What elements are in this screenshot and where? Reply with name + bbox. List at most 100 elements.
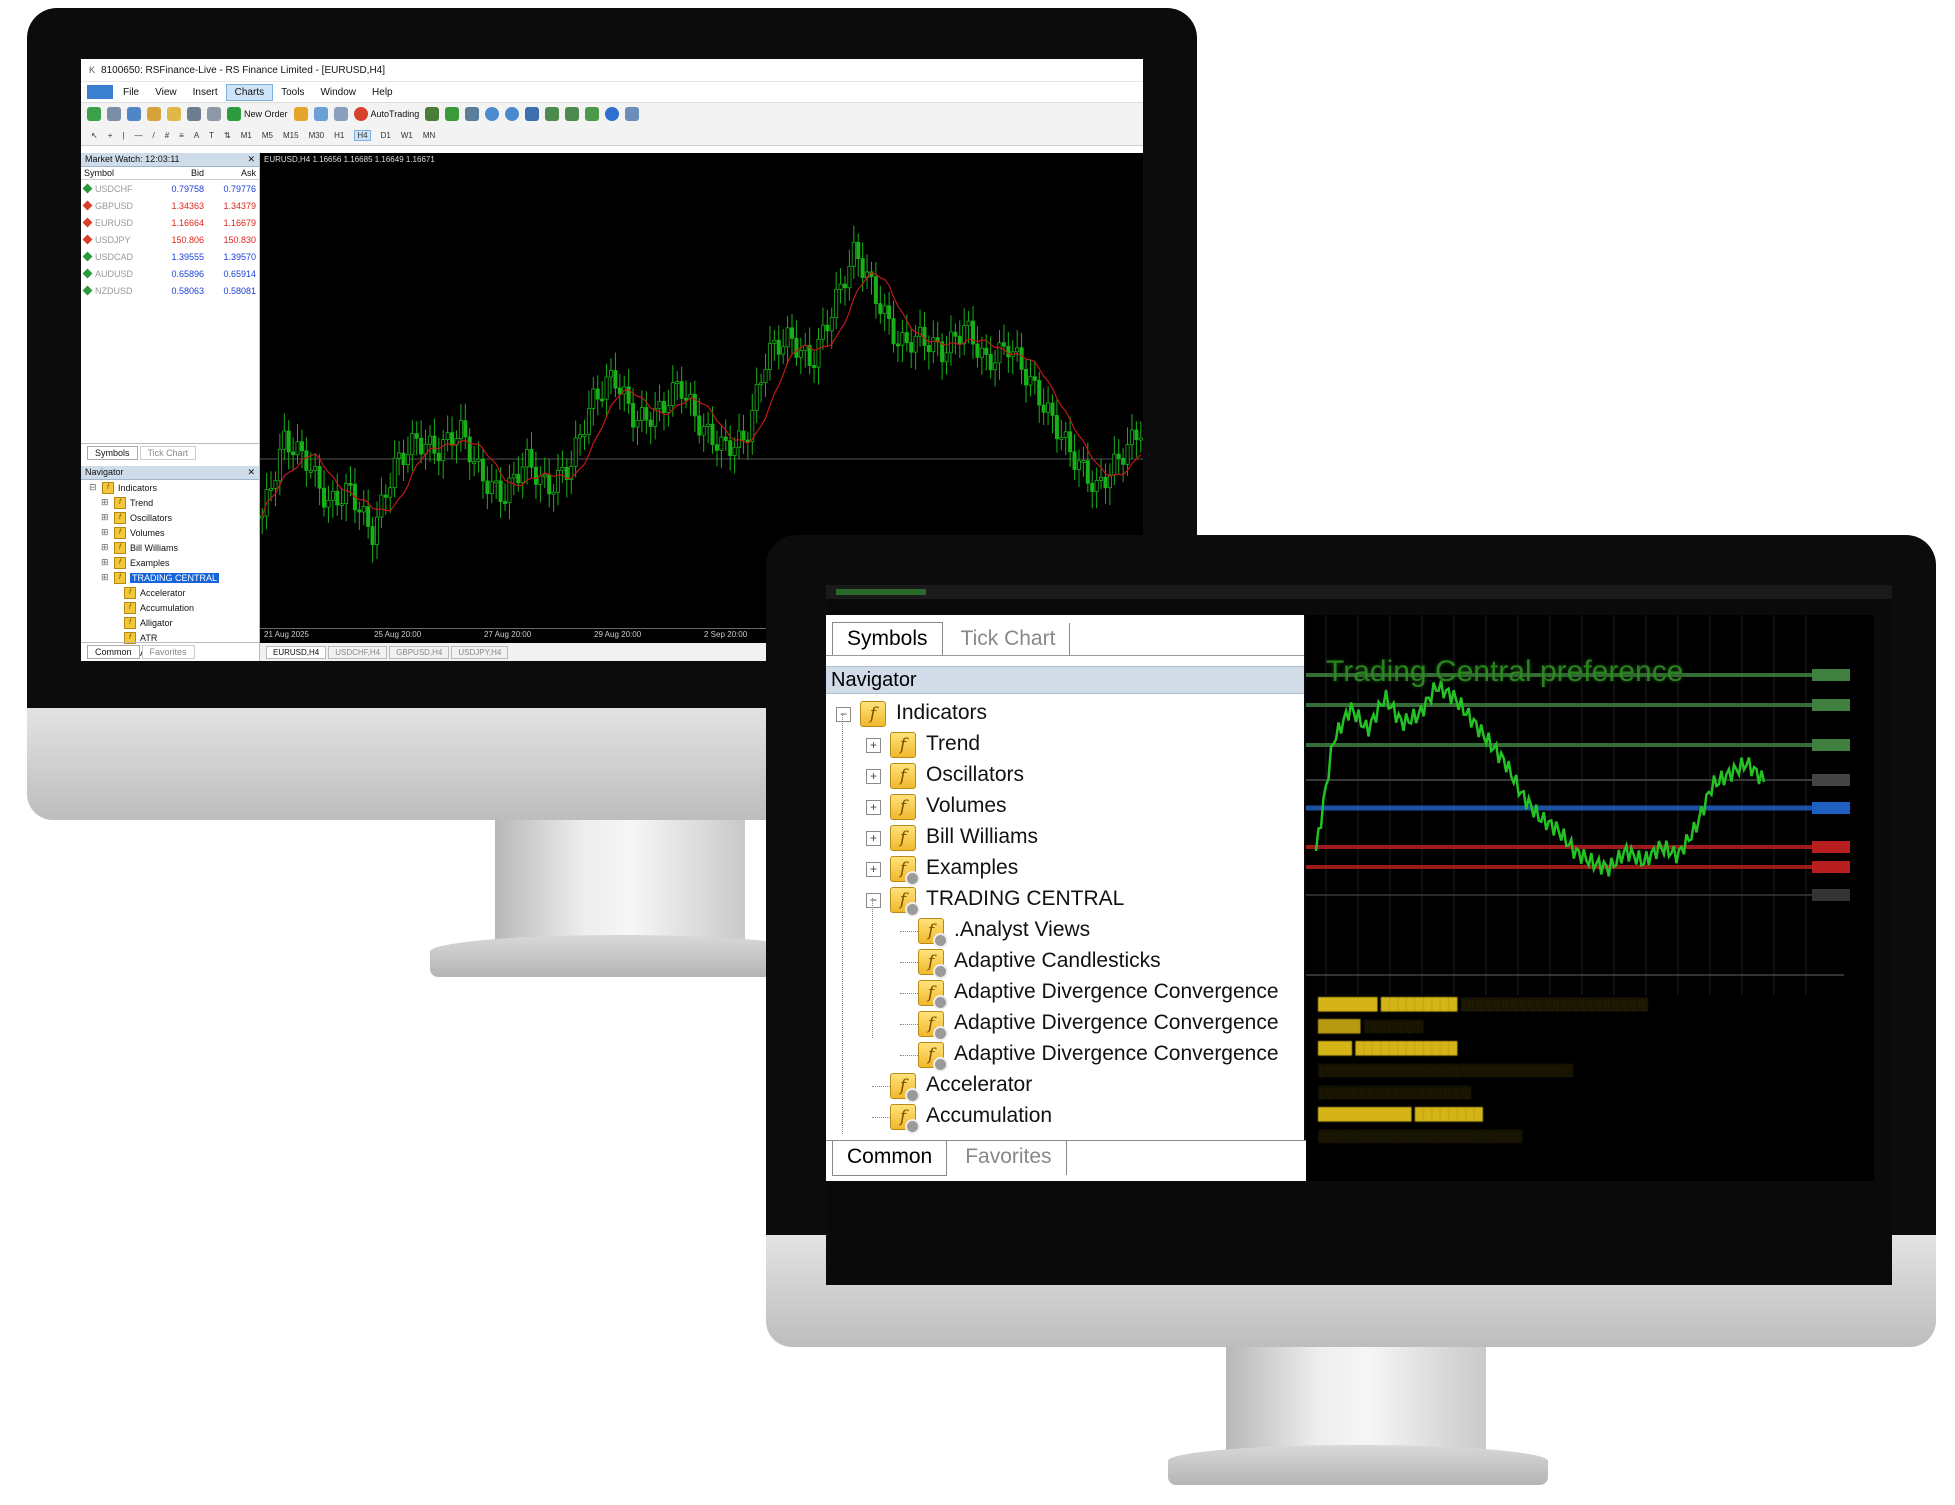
close-icon[interactable]: ✕ bbox=[247, 154, 255, 165]
collapse-icon[interactable]: − bbox=[836, 707, 851, 722]
navigator-item[interactable]: f Accumulation bbox=[89, 600, 259, 615]
cursor-icon[interactable]: ↖ bbox=[91, 131, 98, 140]
trading-central-chart[interactable]: Trading Central preference ███████ █████… bbox=[1306, 615, 1874, 1181]
collapse-icon[interactable]: − bbox=[866, 893, 881, 908]
tile-windows-icon[interactable] bbox=[525, 107, 540, 121]
arrows-icon[interactable]: ⇅ bbox=[224, 131, 231, 140]
fibonacci-icon[interactable]: ≡ bbox=[179, 131, 184, 140]
expand-icon[interactable]: ⊞ bbox=[101, 497, 110, 508]
tf-m5[interactable]: M5 bbox=[262, 131, 273, 140]
vertical-line-icon[interactable]: | bbox=[122, 131, 124, 140]
menu-charts[interactable]: Charts bbox=[225, 83, 274, 101]
market-watch-row[interactable]: USDCAD 1.39555 1.39570 bbox=[81, 248, 259, 265]
navigator-tree-item[interactable]: f .Analyst Views bbox=[826, 915, 1304, 948]
zoom-in-icon[interactable] bbox=[485, 107, 500, 121]
col-ask[interactable]: Ask bbox=[207, 167, 259, 180]
chart-tab-gbpusd[interactable]: GBPUSD,H4 bbox=[389, 645, 450, 659]
terminal-icon[interactable] bbox=[187, 107, 201, 121]
navigator-tree-item[interactable]: + f Oscillators bbox=[826, 760, 1304, 791]
horizontal-line-icon[interactable]: — bbox=[134, 131, 142, 140]
navigator-item[interactable]: f Accelerator bbox=[89, 585, 259, 600]
navigator-tree-item[interactable]: + f Volumes bbox=[826, 791, 1304, 822]
market-watch-row[interactable]: AUDUSD 0.65896 0.65914 bbox=[81, 265, 259, 282]
navigator-tree-item[interactable]: f Adaptive Divergence Convergence bbox=[826, 977, 1304, 1010]
navigator-item[interactable]: ⊞ f Trend bbox=[89, 495, 259, 510]
new-chart-icon[interactable] bbox=[87, 107, 101, 121]
navigator-tree-item[interactable]: − f TRADING CENTRAL bbox=[826, 884, 1304, 917]
text-label-icon[interactable]: T bbox=[209, 131, 214, 140]
market-watch-row[interactable]: EURUSD 1.16664 1.16679 bbox=[81, 214, 259, 231]
navigator-tree-item[interactable]: f Accelerator bbox=[826, 1070, 1304, 1103]
tf-m15[interactable]: M15 bbox=[283, 131, 299, 140]
expand-icon[interactable]: + bbox=[866, 862, 881, 877]
market-watch-row[interactable]: USDJPY 150.806 150.830 bbox=[81, 231, 259, 248]
zoom-out-icon[interactable] bbox=[505, 107, 520, 121]
tf-mn[interactable]: MN bbox=[423, 131, 435, 140]
autotrading-button[interactable]: AutoTrading bbox=[353, 107, 419, 121]
indicators-icon[interactable] bbox=[585, 107, 600, 121]
navigator-item[interactable]: ⊞ f Volumes bbox=[89, 525, 259, 540]
chart-tab-usdjpy[interactable]: USDJPY,H4 bbox=[451, 645, 509, 659]
navigator-item[interactable]: f Alligator bbox=[89, 615, 259, 630]
crosshair-icon[interactable]: + bbox=[108, 131, 113, 140]
tab-common[interactable]: Common bbox=[87, 645, 140, 659]
expand-icon[interactable]: ⊞ bbox=[101, 572, 110, 583]
menu-tools[interactable]: Tools bbox=[273, 85, 312, 100]
trendline-icon[interactable]: / bbox=[152, 131, 154, 140]
tf-h1[interactable]: H1 bbox=[334, 131, 344, 140]
chart-tab-usdchf[interactable]: USDCHF,H4 bbox=[328, 645, 388, 659]
expand-icon[interactable]: ⊞ bbox=[101, 542, 110, 553]
metaeditor-icon[interactable] bbox=[293, 107, 308, 121]
line-chart-icon[interactable] bbox=[465, 107, 480, 121]
menu-file[interactable]: File bbox=[115, 85, 147, 100]
tab-symbols[interactable]: Symbols bbox=[832, 622, 943, 655]
navigator-tree-item[interactable]: f Accumulation bbox=[826, 1101, 1304, 1134]
navigator-tree-item[interactable]: f Adaptive Divergence Convergence bbox=[826, 1039, 1304, 1072]
navigator-tree-item[interactable]: f Adaptive Candlesticks bbox=[826, 946, 1304, 979]
tf-d1[interactable]: D1 bbox=[381, 131, 391, 140]
navigator-tree-item[interactable]: + f Examples bbox=[826, 853, 1304, 886]
expand-icon[interactable]: ⊞ bbox=[101, 557, 110, 568]
navigator-item[interactable]: ⊟ f Indicators bbox=[89, 480, 259, 495]
tab-favorites[interactable]: Favorites bbox=[951, 1141, 1067, 1175]
navigator-item[interactable]: ⊞ f TRADING CENTRAL bbox=[89, 570, 259, 585]
chart-window-icon[interactable] bbox=[87, 85, 113, 99]
tab-tick-chart[interactable]: Tick Chart bbox=[946, 623, 1071, 655]
market-watch-row[interactable]: GBPUSD 1.34363 1.34379 bbox=[81, 197, 259, 214]
close-icon[interactable]: ✕ bbox=[247, 467, 255, 478]
navigator-item[interactable]: ⊞ f Oscillators bbox=[89, 510, 259, 525]
autoscroll-icon[interactable] bbox=[565, 107, 580, 121]
expand-icon[interactable]: + bbox=[866, 800, 881, 815]
menu-insert[interactable]: Insert bbox=[185, 85, 226, 100]
candlesticks-icon[interactable] bbox=[445, 107, 460, 121]
navigator-item[interactable]: ⊞ f Bill Williams bbox=[89, 540, 259, 555]
expand-icon[interactable]: + bbox=[866, 769, 881, 784]
menu-help[interactable]: Help bbox=[364, 85, 401, 100]
market-watch-row[interactable]: NZDUSD 0.58063 0.58081 bbox=[81, 282, 259, 299]
channel-icon[interactable]: # bbox=[165, 131, 169, 140]
navigator-tree-item[interactable]: − f Indicators bbox=[826, 698, 1304, 729]
col-bid[interactable]: Bid bbox=[155, 167, 208, 180]
navigator-tree-item[interactable]: + f Trend bbox=[826, 729, 1304, 760]
expand-icon[interactable]: + bbox=[866, 738, 881, 753]
new-order-button[interactable]: New Order bbox=[227, 107, 288, 121]
tab-common[interactable]: Common bbox=[832, 1141, 948, 1176]
tf-m1[interactable]: M1 bbox=[241, 131, 252, 140]
chart-tab-eurusd[interactable]: EURUSD,H4 bbox=[266, 645, 327, 659]
expand-icon[interactable]: ⊞ bbox=[101, 512, 110, 523]
market-watch-row[interactable]: USDCHF 0.79758 0.79776 bbox=[81, 180, 259, 198]
tab-tick-chart[interactable]: Tick Chart bbox=[139, 446, 197, 460]
tf-h4[interactable]: H4 bbox=[354, 129, 371, 141]
profiles-icon[interactable] bbox=[107, 107, 121, 121]
collapse-icon[interactable]: ⊟ bbox=[89, 482, 98, 493]
navigator-tree-item[interactable]: + f Bill Williams bbox=[826, 822, 1304, 853]
text-icon[interactable]: A bbox=[194, 131, 199, 140]
navigator-icon[interactable] bbox=[167, 107, 181, 121]
tab-favorites[interactable]: Favorites bbox=[141, 645, 195, 659]
market-icon[interactable] bbox=[333, 107, 348, 121]
tab-symbols[interactable]: Symbols bbox=[87, 446, 138, 460]
col-symbol[interactable]: Symbol bbox=[81, 167, 156, 180]
navigator-item[interactable]: ⊞ f Examples bbox=[89, 555, 259, 570]
menu-view[interactable]: View bbox=[147, 85, 185, 100]
templates-icon[interactable] bbox=[625, 107, 640, 121]
